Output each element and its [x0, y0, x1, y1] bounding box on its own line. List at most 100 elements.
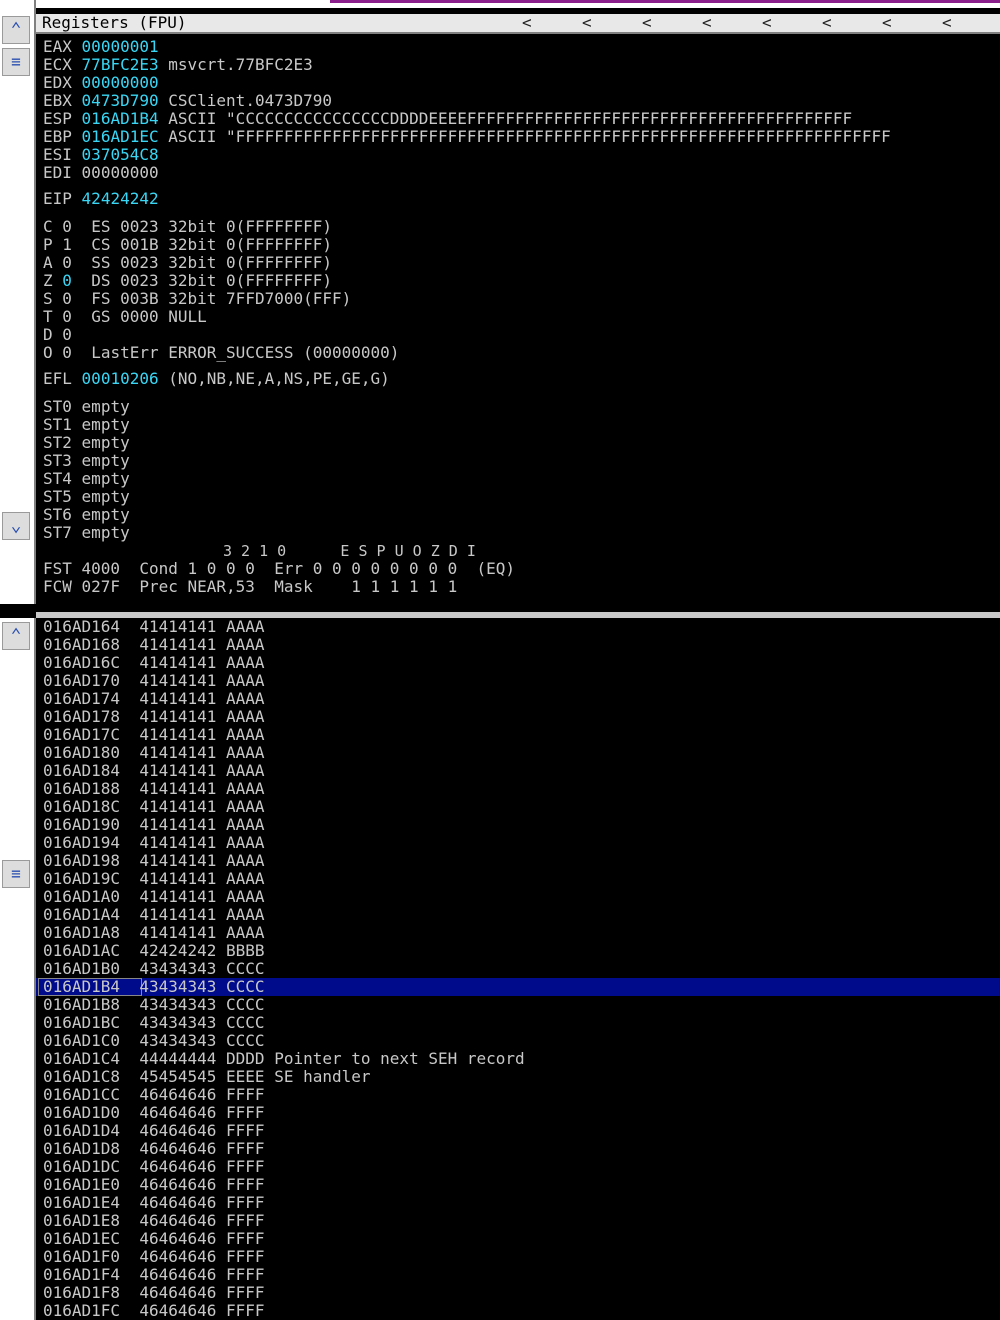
stack-row[interactable]: 016AD190 41414141 AAAA	[43, 816, 274, 834]
stack-row-selected[interactable]: 016AD1B4 43434343 CCCC	[43, 978, 274, 996]
stack-row[interactable]: 016AD1E8 46464646 FFFF	[43, 1212, 274, 1230]
stack-row[interactable]: 016AD184 41414141 AAAA	[43, 762, 274, 780]
stack-row[interactable]: 016AD170 41414141 AAAA	[43, 672, 274, 690]
flag-value[interactable]: 1	[62, 235, 72, 254]
registers-scroll-down-button[interactable]: ⌄	[2, 512, 30, 540]
stack-row[interactable]: 016AD1A8 41414141 AAAA	[43, 924, 274, 942]
register-value[interactable]: empty	[82, 433, 130, 452]
register-value[interactable]: empty	[82, 451, 130, 470]
stack-row[interactable]: 016AD1A0 41414141 AAAA	[43, 888, 274, 906]
stack-row[interactable]: 016AD168 41414141 AAAA	[43, 636, 274, 654]
register-row-edx[interactable]: EDX 00000000	[43, 74, 168, 92]
flag-value[interactable]: 0	[62, 325, 72, 344]
flag-row[interactable]: S 0 FS 003B 32bit 7FFD7000(FFF)	[43, 290, 351, 308]
stack-row[interactable]: 016AD1E0 46464646 FFFF	[43, 1176, 274, 1194]
fpu-register-row[interactable]: ST5 empty	[43, 488, 130, 506]
stack-row[interactable]: 016AD18C 41414141 AAAA	[43, 798, 274, 816]
fpu-register-row[interactable]: ST0 empty	[43, 398, 130, 416]
stack-row[interactable]: 016AD194 41414141 AAAA	[43, 834, 274, 852]
flag-row[interactable]: O 0 LastErr ERROR_SUCCESS (00000000)	[43, 344, 399, 362]
register-value[interactable]: empty	[82, 523, 130, 542]
stack-row[interactable]: 016AD1B8 43434343 CCCC	[43, 996, 274, 1014]
stack-row[interactable]: 016AD164 41414141 AAAA	[43, 618, 274, 636]
stack-row[interactable]: 016AD1D8 46464646 FFFF	[43, 1140, 274, 1158]
register-value[interactable]: 016AD1EC	[82, 127, 159, 146]
fpu-register-row[interactable]: ST7 empty	[43, 524, 130, 542]
flag-value[interactable]: 0	[62, 307, 72, 326]
stack-row[interactable]: 016AD1AC 42424242 BBBB	[43, 942, 274, 960]
register-value[interactable]: empty	[82, 505, 130, 524]
stack-row[interactable]: 016AD1CC 46464646 FFFF	[43, 1086, 274, 1104]
stack-scroll-up-button[interactable]: ⌃	[2, 622, 30, 650]
register-row-esi[interactable]: ESI 037054C8	[43, 146, 168, 164]
column-chevron-icon[interactable]: <	[702, 14, 712, 32]
stack-row[interactable]: 016AD19C 41414141 AAAA	[43, 870, 274, 888]
register-row-ecx[interactable]: ECX 77BFC2E3 msvcrt.77BFC2E3	[43, 56, 313, 74]
register-value[interactable]: 42424242	[82, 189, 159, 208]
flag-row[interactable]: P 1 CS 001B 32bit 0(FFFFFFFF)	[43, 236, 332, 254]
stack-row[interactable]: 016AD1FC 46464646 FFFF	[43, 1302, 274, 1320]
stack-scroll-thumb[interactable]: ≡	[2, 860, 30, 888]
register-row-edi[interactable]: EDI 00000000	[43, 164, 168, 182]
register-row-eax[interactable]: EAX 00000001	[43, 38, 168, 56]
stack-row[interactable]: 016AD174 41414141 AAAA	[43, 690, 274, 708]
column-chevron-icon[interactable]: <	[882, 14, 892, 32]
flag-row[interactable]: D 0	[43, 326, 91, 344]
column-chevron-icon[interactable]: <	[582, 14, 592, 32]
fpu-register-row[interactable]: ST1 empty	[43, 416, 130, 434]
fpu-register-row[interactable]: ST3 empty	[43, 452, 130, 470]
register-value[interactable]: empty	[82, 469, 130, 488]
stack-row[interactable]: 016AD180 41414141 AAAA	[43, 744, 274, 762]
stack-row[interactable]: 016AD1DC 46464646 FFFF	[43, 1158, 274, 1176]
stack-row[interactable]: 016AD1A4 41414141 AAAA	[43, 906, 274, 924]
flag-row[interactable]: C 0 ES 0023 32bit 0(FFFFFFFF)	[43, 218, 332, 236]
stack-row[interactable]: 016AD1EC 46464646 FFFF	[43, 1230, 274, 1248]
register-value[interactable]: 00000000	[82, 163, 159, 182]
registers-scroll-up-button[interactable]: ⌃	[2, 16, 30, 44]
register-value[interactable]: empty	[82, 397, 130, 416]
registers-scroll-thumb[interactable]: ≡	[2, 48, 30, 76]
stack-row[interactable]: 016AD1C8 45454545 EEEE SE handler	[43, 1068, 371, 1086]
column-chevron-icon[interactable]: <	[522, 14, 532, 32]
stack-row[interactable]: 016AD1D0 46464646 FFFF	[43, 1104, 274, 1122]
fpu-register-row[interactable]: ST6 empty	[43, 506, 130, 524]
register-value[interactable]: 016AD1B4	[82, 109, 159, 128]
fpu-control-word-row[interactable]: FCW 027F Prec NEAR,53 Mask 1 1 1 1 1 1	[43, 578, 457, 596]
fpu-register-row[interactable]: ST4 empty	[43, 470, 130, 488]
flag-row[interactable]: Z 0 DS 0023 32bit 0(FFFFFFFF)	[43, 272, 332, 290]
flag-value[interactable]: 0	[62, 343, 72, 362]
stack-row[interactable]: 016AD17C 41414141 AAAA	[43, 726, 274, 744]
stack-row[interactable]: 016AD1D4 46464646 FFFF	[43, 1122, 274, 1140]
stack-row[interactable]: 016AD1C4 44444444 DDDD Pointer to next S…	[43, 1050, 525, 1068]
register-value[interactable]: 00010206	[82, 369, 159, 388]
column-chevron-icon[interactable]: <	[762, 14, 772, 32]
column-chevron-icon[interactable]: <	[822, 14, 832, 32]
register-value[interactable]: 0473D790	[82, 91, 159, 110]
stack-row[interactable]: 016AD1F0 46464646 FFFF	[43, 1248, 274, 1266]
register-value[interactable]: 00000001	[82, 37, 159, 56]
register-row-eip[interactable]: EIP 42424242	[43, 190, 159, 208]
register-row-esp[interactable]: ESP 016AD1B4 ASCII "CCCCCCCCCCCCCCCCDDDD…	[43, 110, 852, 128]
fpu-register-row[interactable]: ST2 empty	[43, 434, 130, 452]
stack-row[interactable]: 016AD1C0 43434343 CCCC	[43, 1032, 274, 1050]
register-value[interactable]: 77BFC2E3	[82, 55, 159, 74]
registers-pane-title[interactable]: Registers (FPU) < < < < < < < <	[36, 14, 1000, 34]
flag-value[interactable]: 0	[62, 253, 72, 272]
flag-row[interactable]: T 0 GS 0000 NULL	[43, 308, 207, 326]
register-value[interactable]: 00000000	[82, 73, 159, 92]
stack-row[interactable]: 016AD1E4 46464646 FFFF	[43, 1194, 274, 1212]
stack-row[interactable]: 016AD1F4 46464646 FFFF	[43, 1266, 274, 1284]
register-value[interactable]: empty	[82, 415, 130, 434]
register-value[interactable]: 037054C8	[82, 145, 159, 164]
flag-value[interactable]: 0	[62, 217, 72, 236]
stack-row[interactable]: 016AD188 41414141 AAAA	[43, 780, 274, 798]
fpu-status-word-row[interactable]: FST 4000 Cond 1 0 0 0 Err 0 0 0 0 0 0 0 …	[43, 560, 515, 578]
column-chevron-icon[interactable]: <	[642, 14, 652, 32]
register-row-efl[interactable]: EFL 00010206 (NO,NB,NE,A,NS,PE,GE,G)	[43, 370, 390, 388]
stack-row[interactable]: 016AD16C 41414141 AAAA	[43, 654, 274, 672]
stack-row[interactable]: 016AD1BC 43434343 CCCC	[43, 1014, 274, 1032]
register-row-ebx[interactable]: EBX 0473D790 CSClient.0473D790	[43, 92, 332, 110]
flag-value[interactable]: 0	[62, 289, 72, 308]
stack-row[interactable]: 016AD178 41414141 AAAA	[43, 708, 274, 726]
register-value[interactable]: empty	[82, 487, 130, 506]
